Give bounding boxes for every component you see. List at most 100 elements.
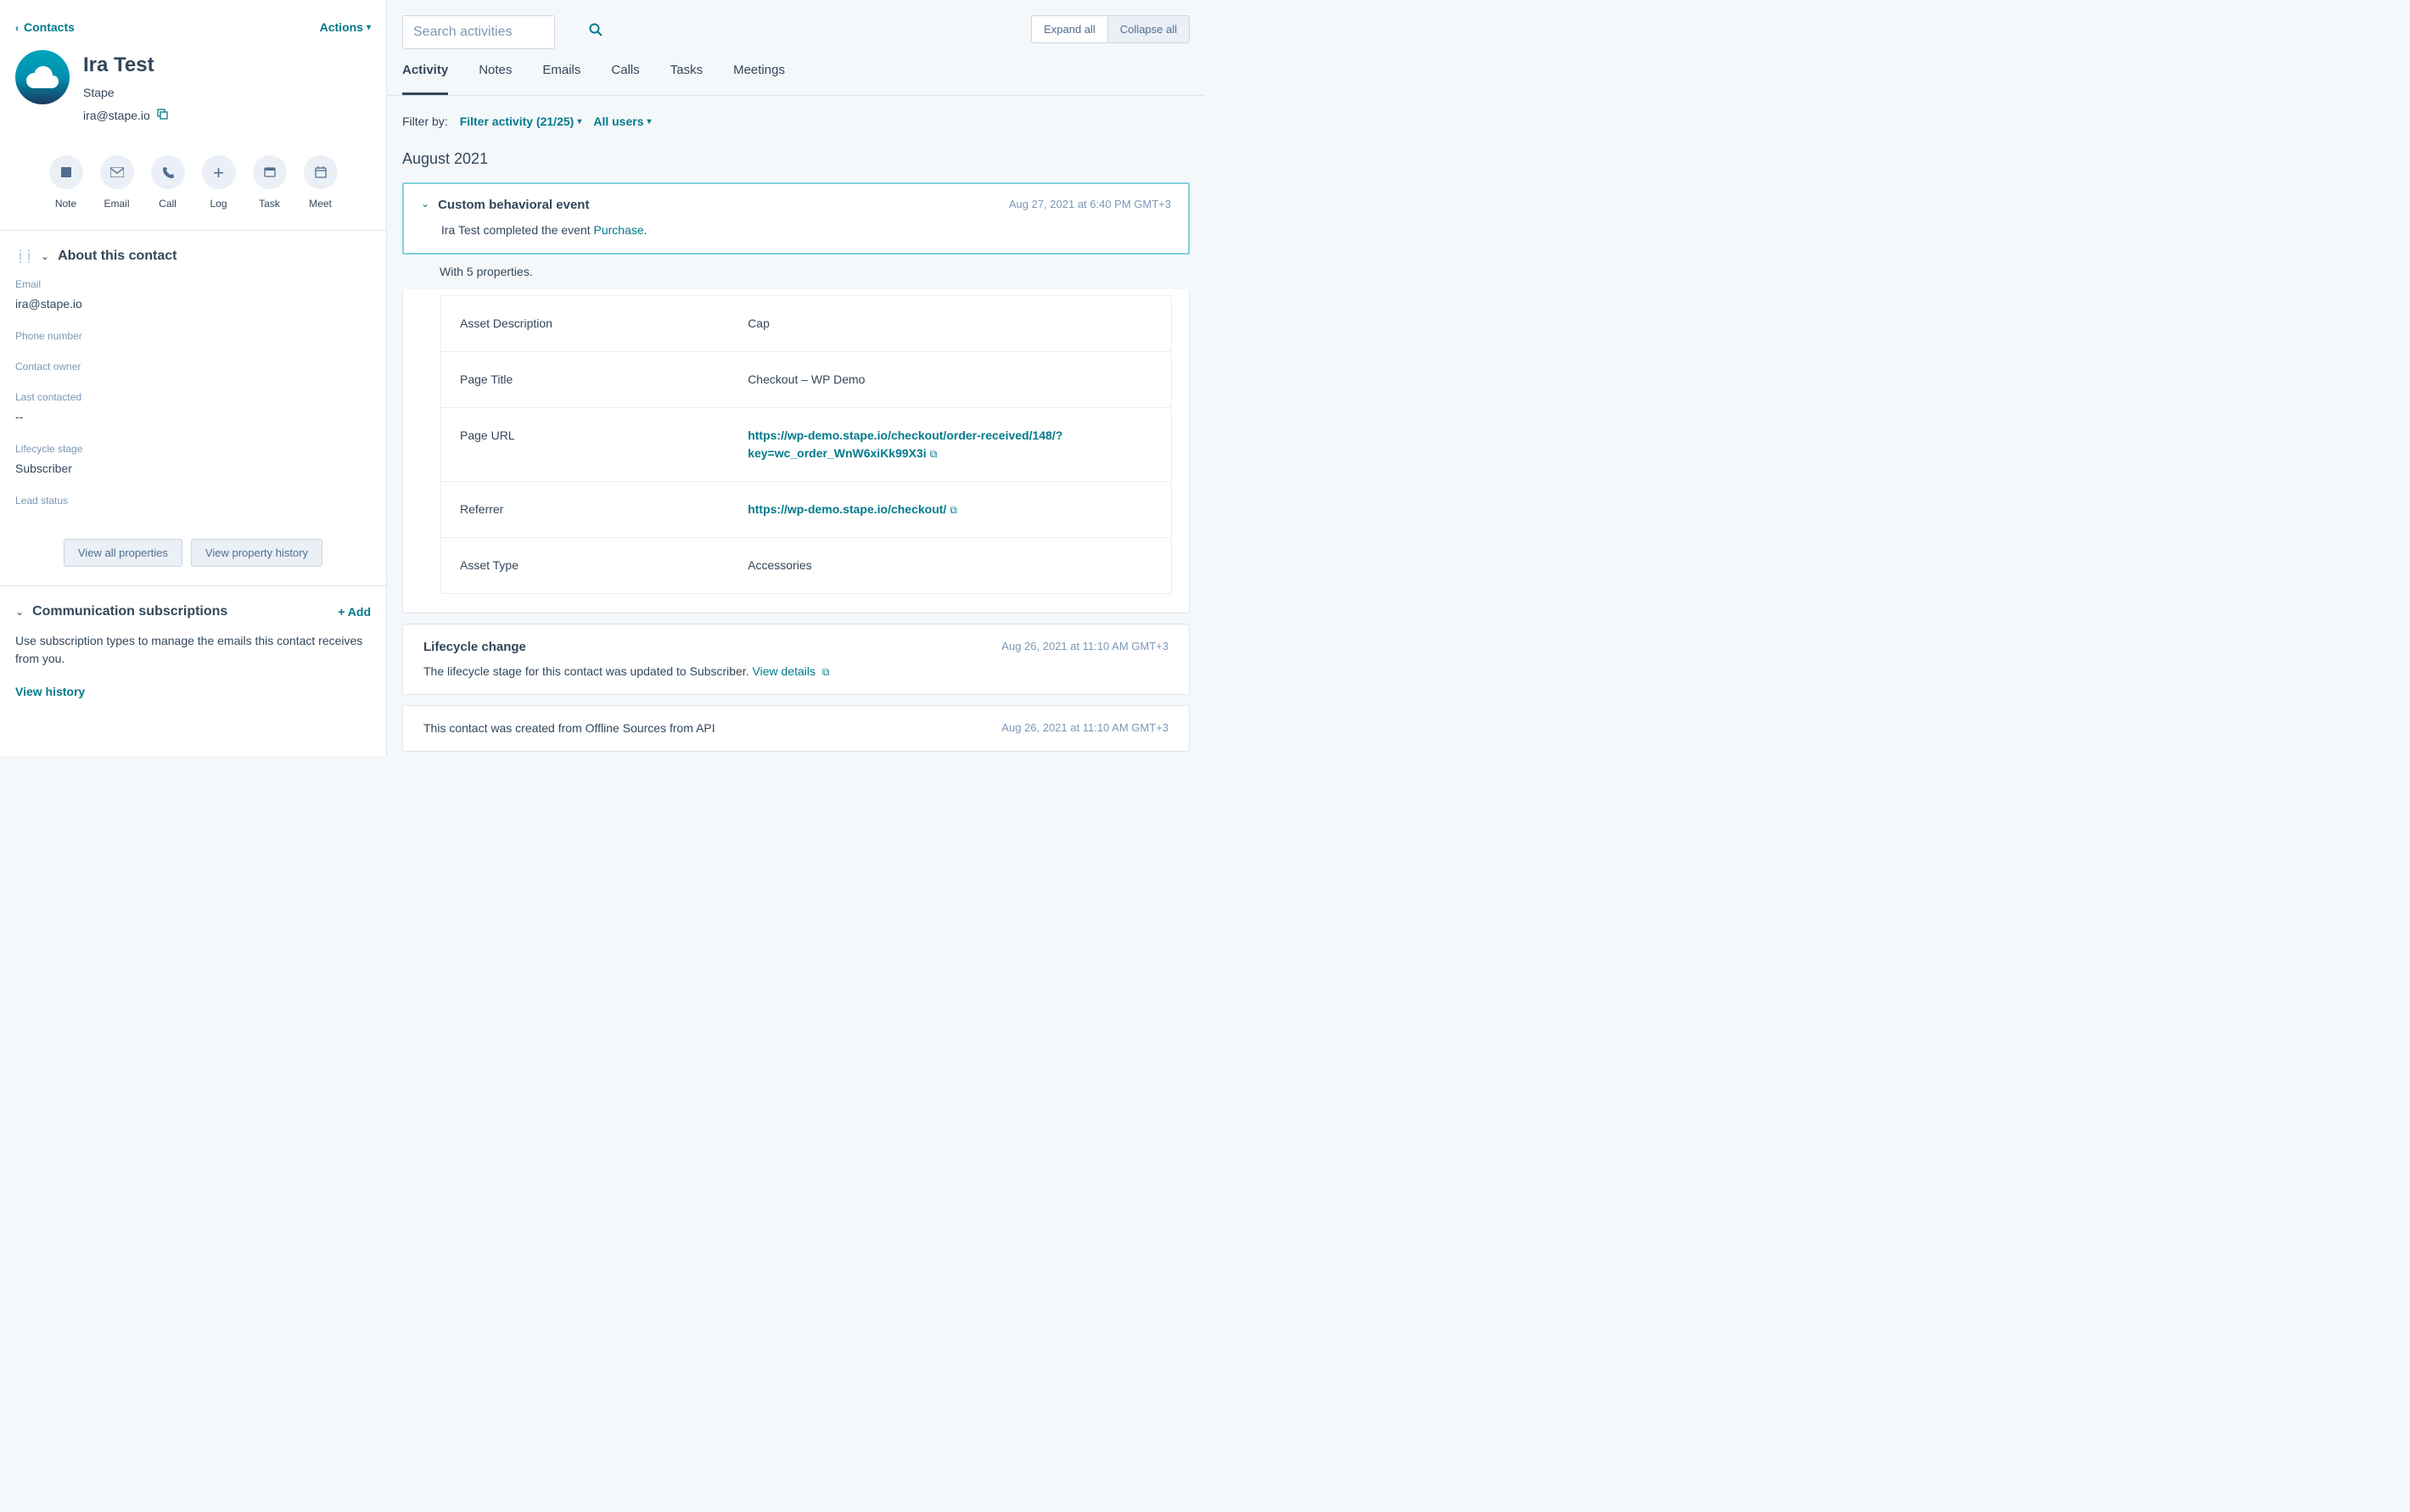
task-label: Task bbox=[253, 196, 287, 211]
chevron-down-icon[interactable]: ⌄ bbox=[421, 196, 429, 211]
property-value: https://wp-demo.stape.io/checkout/ ⧉ bbox=[748, 482, 1171, 537]
property-key: Asset Description bbox=[441, 296, 748, 351]
property-link[interactable]: https://wp-demo.stape.io/checkout/ bbox=[748, 502, 946, 516]
call-action[interactable]: Call bbox=[151, 155, 185, 211]
expand-all-button[interactable]: Expand all bbox=[1031, 15, 1108, 43]
event-link[interactable]: Purchase bbox=[594, 223, 644, 237]
property-value: Cap bbox=[748, 296, 1171, 351]
filter-activity-dropdown[interactable]: Filter activity (21/25) ▾ bbox=[460, 113, 582, 131]
search-activities-box[interactable] bbox=[402, 15, 555, 49]
email-field-value: ira@stape.io bbox=[15, 295, 371, 313]
event-props-count: With 5 properties. bbox=[402, 255, 1190, 289]
chevron-down-icon: ⌄ bbox=[15, 604, 24, 619]
property-key: Page Title bbox=[441, 352, 748, 407]
search-input[interactable] bbox=[413, 25, 589, 40]
copy-email-icon[interactable] bbox=[157, 107, 168, 125]
task-action[interactable]: Task bbox=[253, 155, 287, 211]
property-row: Page URLhttps://wp-demo.stape.io/checkou… bbox=[441, 408, 1171, 482]
lifecycle-card-time: Aug 26, 2021 at 11:10 AM GMT+3 bbox=[1001, 638, 1169, 655]
property-value: Accessories bbox=[748, 538, 1171, 593]
actions-dropdown[interactable]: Actions ▾ bbox=[320, 19, 371, 36]
back-link-label: Contacts bbox=[24, 19, 75, 36]
collapse-all-button[interactable]: Collapse all bbox=[1107, 15, 1190, 43]
property-row: Page TitleCheckout – WP Demo bbox=[441, 352, 1171, 408]
tab-meetings[interactable]: Meetings bbox=[733, 61, 785, 95]
meet-action[interactable]: Meet bbox=[304, 155, 338, 211]
month-heading: August 2021 bbox=[387, 148, 1205, 182]
source-card-text: This contact was created from Offline So… bbox=[423, 720, 715, 737]
phone-field-label: Phone number bbox=[15, 328, 371, 344]
back-to-contacts-link[interactable]: ‹ Contacts bbox=[15, 19, 75, 36]
property-key: Page URL bbox=[441, 408, 748, 481]
log-action[interactable]: + Log bbox=[202, 155, 236, 211]
about-section-toggle[interactable]: ⋮⋮⋮⋮ ⌄ About this contact bbox=[0, 231, 386, 277]
external-link-icon: ⧉ bbox=[950, 504, 957, 516]
about-heading: About this contact bbox=[58, 246, 177, 266]
lastcontact-field-value: -- bbox=[15, 408, 371, 426]
property-value: Checkout – WP Demo bbox=[748, 352, 1171, 407]
lifecycle-field-value: Subscriber bbox=[15, 460, 371, 478]
property-value: https://wp-demo.stape.io/checkout/order-… bbox=[748, 408, 1171, 481]
view-comm-history-link[interactable]: View history bbox=[0, 683, 386, 716]
filter-users-label: All users bbox=[593, 113, 643, 131]
calendar-icon bbox=[315, 166, 327, 178]
view-all-properties-button[interactable]: View all properties bbox=[64, 539, 182, 567]
property-row: Referrerhttps://wp-demo.stape.io/checkou… bbox=[441, 482, 1171, 538]
filter-users-dropdown[interactable]: All users ▾ bbox=[593, 113, 651, 131]
contact-name: Ira Test bbox=[83, 50, 168, 81]
contact-email: ira@stape.io bbox=[83, 107, 150, 125]
email-action[interactable]: Email bbox=[100, 155, 134, 211]
property-link[interactable]: https://wp-demo.stape.io/checkout/order-… bbox=[748, 428, 1062, 460]
activity-panel: Expand all Collapse all Activity Notes E… bbox=[387, 0, 1205, 756]
call-label: Call bbox=[151, 196, 185, 211]
caret-down-icon: ▾ bbox=[367, 21, 371, 34]
search-icon[interactable] bbox=[589, 23, 602, 42]
comm-heading: Communication subscriptions bbox=[32, 602, 227, 622]
note-label: Note bbox=[49, 196, 83, 211]
contact-avatar bbox=[15, 50, 70, 104]
filter-by-label: Filter by: bbox=[402, 113, 448, 131]
lifecycle-field-label: Lifecycle stage bbox=[15, 441, 371, 456]
cloud-icon bbox=[25, 65, 59, 89]
email-icon bbox=[110, 167, 124, 177]
view-details-link[interactable]: View details bbox=[753, 664, 815, 678]
tab-notes[interactable]: Notes bbox=[479, 61, 512, 95]
lifecycle-card-title: Lifecycle change bbox=[423, 638, 829, 658]
tab-emails[interactable]: Emails bbox=[542, 61, 580, 95]
contact-company: Stape bbox=[83, 84, 168, 102]
chevron-down-icon: ⌄ bbox=[41, 249, 49, 264]
event-card-text: Ira Test completed the event Purchase. bbox=[404, 221, 1188, 253]
property-row: Asset TypeAccessories bbox=[441, 538, 1171, 594]
lifecycle-card-text: The lifecycle stage for this contact was… bbox=[423, 663, 829, 680]
tab-tasks[interactable]: Tasks bbox=[670, 61, 703, 95]
email-field-label: Email bbox=[15, 277, 371, 292]
left-sidebar: ‹ Contacts Actions ▾ Ira Test Stape ira@… bbox=[0, 0, 387, 756]
view-property-history-button[interactable]: View property history bbox=[191, 539, 322, 567]
tab-activity[interactable]: Activity bbox=[402, 61, 448, 95]
source-card-time: Aug 26, 2021 at 11:10 AM GMT+3 bbox=[1001, 720, 1169, 736]
filter-activity-label: Filter activity (21/25) bbox=[460, 113, 574, 131]
leadstatus-field-label: Lead status bbox=[15, 493, 371, 508]
log-label: Log bbox=[202, 196, 236, 211]
actions-label: Actions bbox=[320, 19, 363, 36]
tab-calls[interactable]: Calls bbox=[611, 61, 639, 95]
comm-section-toggle[interactable]: ⌄ Communication subscriptions bbox=[15, 602, 227, 622]
task-icon bbox=[264, 166, 276, 178]
external-link-icon: ⧉ bbox=[930, 448, 938, 460]
phone-icon bbox=[162, 166, 174, 178]
owner-field-label: Contact owner bbox=[15, 359, 371, 374]
email-label: Email bbox=[100, 196, 134, 211]
meet-label: Meet bbox=[304, 196, 338, 211]
plus-icon: + bbox=[213, 159, 224, 187]
lifecycle-card: Lifecycle change The lifecycle stage for… bbox=[402, 624, 1190, 695]
property-key: Referrer bbox=[441, 482, 748, 537]
lastcontact-field-label: Last contacted bbox=[15, 389, 371, 405]
property-key: Asset Type bbox=[441, 538, 748, 593]
caret-down-icon: ▾ bbox=[647, 115, 651, 128]
source-card: This contact was created from Offline So… bbox=[402, 705, 1190, 752]
drag-handle-icon[interactable]: ⋮⋮⋮⋮ bbox=[15, 251, 32, 261]
event-card-title: Custom behavioral event bbox=[438, 196, 589, 216]
external-link-icon: ⧉ bbox=[822, 666, 830, 678]
add-subscription-link[interactable]: + Add bbox=[338, 603, 371, 621]
note-action[interactable]: Note bbox=[49, 155, 83, 211]
